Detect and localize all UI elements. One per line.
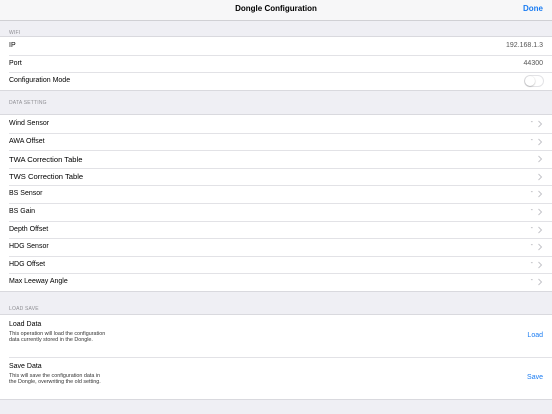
configuration-mode-row: Configuration Mode — [0, 72, 552, 90]
section-header-data-setting: DATA SETTING — [9, 100, 47, 106]
wifi-group: IP 192.168.1.3 Port 44300 Configuration … — [0, 36, 552, 91]
save-data-row: Save Data This will save the configurati… — [0, 357, 552, 399]
chevron-right-icon — [536, 243, 544, 251]
chevron-right-icon — [536, 155, 544, 163]
chevron-right-icon — [536, 226, 544, 234]
chevron-right-icon — [536, 190, 544, 198]
wind-sensor-label: Wind Sensor — [9, 120, 50, 127]
max-leeway-angle-value: - — [530, 277, 533, 285]
chevron-right-icon — [536, 278, 544, 286]
hdg-sensor-label: HDG Sensor — [9, 243, 49, 251]
port-row[interactable]: Port 44300 — [0, 54, 552, 73]
chevron-right-icon — [536, 173, 544, 181]
max-leeway-angle-label: Max Leeway Angle — [9, 278, 68, 286]
data-setting-group: Wind Sensor - AWA Offset - TWA Correctio… — [0, 114, 552, 292]
list-item-max-leeway-angle[interactable]: Max Leeway Angle - — [0, 273, 552, 291]
list-item-depth-offset[interactable]: Depth Offset - — [0, 220, 552, 239]
bs-sensor-value: - — [530, 189, 533, 197]
list-item-hdg-sensor[interactable]: HDG Sensor - — [0, 238, 552, 256]
chevron-right-icon — [536, 261, 544, 269]
depth-offset-label: Depth Offset — [9, 225, 49, 233]
wind-sensor-value: - — [530, 119, 533, 126]
done-button[interactable]: Done — [523, 4, 543, 13]
configuration-mode-toggle[interactable] — [524, 75, 544, 88]
list-item-tws-correction-table[interactable]: TWS Correction Table — [0, 167, 552, 186]
hdg-offset-value: - — [530, 259, 533, 267]
list-item-bs-gain[interactable]: BS Gain - — [0, 202, 552, 221]
depth-offset-value: - — [530, 224, 533, 232]
section-header-load-save: LOAD SAVE — [9, 306, 39, 312]
load-data-title: Load Data — [9, 321, 42, 328]
list-item-twa-correction-table[interactable]: TWA Correction Table — [0, 150, 552, 168]
list-item-awa-offset[interactable]: AWA Offset - — [0, 132, 552, 151]
toggle-knob — [525, 76, 535, 87]
load-data-row: Load Data This operation will load the c… — [0, 315, 552, 357]
chevron-right-icon — [536, 120, 544, 128]
chevron-right-icon — [536, 138, 544, 146]
port-value: 44300 — [523, 59, 543, 67]
save-data-description: This will save the configuration data in… — [9, 373, 101, 386]
awa-offset-value: - — [530, 136, 533, 144]
configuration-mode-label: Configuration Mode — [9, 77, 71, 85]
list-item-bs-sensor[interactable]: BS Sensor - — [0, 185, 552, 203]
twa-correction-table-label: TWA Correction Table — [9, 154, 83, 164]
save-button[interactable]: Save — [527, 374, 543, 381]
tws-correction-table-label: TWS Correction Table — [9, 172, 84, 182]
bs-gain-value: - — [530, 206, 533, 214]
port-label: Port — [9, 59, 22, 67]
bs-sensor-label: BS Sensor — [9, 190, 43, 198]
hdg-offset-label: HDG Offset — [9, 260, 46, 268]
chevron-right-icon — [536, 208, 544, 216]
ip-value: 192.168.1.3 — [506, 42, 543, 49]
list-item-hdg-offset[interactable]: HDG Offset - — [0, 255, 552, 274]
load-save-group: Load Data This operation will load the c… — [0, 314, 552, 400]
load-button[interactable]: Load — [527, 332, 543, 339]
ip-label: IP — [9, 42, 16, 49]
navigation-bar: Dongle Configuration Done — [0, 0, 552, 21]
save-data-title: Save Data — [9, 363, 42, 370]
page-title: Dongle Configuration — [235, 4, 317, 13]
load-data-description: This operation will load the configurati… — [9, 331, 106, 344]
ip-row[interactable]: IP 192.168.1.3 — [0, 37, 552, 55]
list-item-wind-sensor[interactable]: Wind Sensor - — [0, 115, 552, 133]
awa-offset-label: AWA Offset — [9, 137, 45, 145]
hdg-sensor-value: - — [530, 242, 533, 250]
bs-gain-label: BS Gain — [9, 207, 36, 215]
